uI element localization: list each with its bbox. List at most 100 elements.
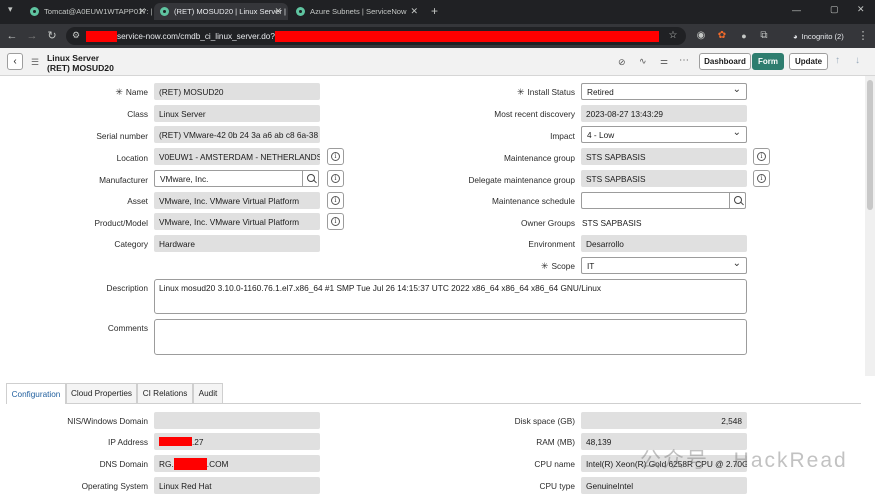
location-info-button[interactable]: i	[327, 148, 344, 165]
maintenance-schedule-input[interactable]	[581, 192, 730, 209]
reload-icon[interactable]: ↻	[45, 29, 59, 43]
asset-field[interactable]: VMware, Inc. VMware Virtual Platform	[154, 192, 320, 209]
minimize-icon[interactable]: —	[792, 5, 801, 15]
manufacturer-input[interactable]: VMware, Inc.	[154, 170, 303, 187]
delegate-maintenance-group-field[interactable]: STS SAPBASIS	[581, 170, 747, 187]
address-bar[interactable]: ⚙ service-now.com/cmdb_ci_linux_server.d…	[66, 27, 686, 45]
update-button[interactable]: Update	[789, 53, 828, 70]
cpu-name-label: CPU name	[534, 459, 575, 469]
back-button[interactable]: ‹	[7, 53, 23, 70]
incognito-indicator[interactable]: ◕ Incognito (2)	[787, 28, 850, 44]
form-button[interactable]: Form	[752, 53, 784, 70]
extension-icon-2[interactable]: ✿	[715, 29, 729, 43]
tab-ci-relations[interactable]: CI Relations	[137, 383, 193, 403]
name-label: ✳ Name	[115, 87, 148, 97]
close-window-icon[interactable]: ✕	[857, 4, 865, 15]
dashboard-button[interactable]: Dashboard	[699, 53, 751, 70]
tab-audit[interactable]: Audit	[193, 383, 223, 403]
next-record-icon[interactable]: ↓	[855, 55, 860, 66]
close-tab-icon[interactable]: ✕	[138, 6, 146, 17]
bookmark-star-icon[interactable]: ☆	[666, 29, 680, 43]
back-icon[interactable]: ←	[5, 29, 19, 43]
extension-icon-3[interactable]: ●	[737, 29, 751, 43]
browser-chrome: Tomcat@A0EUW1WTAPP017: | ✕ (RET) MOSUD20…	[0, 0, 875, 48]
tab-azure-subnets[interactable]: Azure Subnets | ServiceNow ✕	[290, 3, 424, 20]
dns-domain-prefix: RG.	[159, 458, 174, 469]
cpu-type-field[interactable]: GenuineIntel	[581, 477, 747, 494]
watermark: 公众号 · HackRead	[640, 449, 848, 472]
manufacturer-lookup-search-icon[interactable]	[302, 170, 319, 187]
asset-info-button[interactable]: i	[327, 192, 344, 209]
incognito-label: Incognito (2)	[801, 31, 844, 41]
most-recent-discovery-field[interactable]: 2023-08-27 13:43:29	[581, 105, 747, 122]
previous-record-icon[interactable]: ↑	[835, 55, 840, 66]
disk-space-field[interactable]: 2,548	[581, 412, 747, 429]
browser-toolbar: ← → ↻ ⚙ service-now.com/cmdb_ci_linux_se…	[0, 24, 875, 48]
scope-select[interactable]: IT	[581, 257, 747, 274]
serial-number-field[interactable]: (RET) VMware-42 0b 24 3a a6 ab c8 6a-38 …	[154, 126, 320, 143]
maximize-icon[interactable]: ▢	[830, 4, 839, 15]
context-menu-icon[interactable]: ☰	[31, 57, 39, 68]
name-field[interactable]: (RET) MOSUD20	[154, 83, 320, 100]
product-model-info-button[interactable]: i	[327, 213, 344, 230]
category-field[interactable]: Hardware	[154, 235, 320, 252]
puzzle-extensions-icon[interactable]: ⧉	[757, 29, 771, 43]
maintenance-group-label: Maintenance group	[503, 153, 575, 163]
cpu-type-label: CPU type	[539, 481, 575, 491]
info-icon: i	[757, 174, 766, 183]
comments-textarea[interactable]	[154, 319, 747, 355]
page-scrollbar[interactable]	[865, 76, 875, 376]
url-text: service-now.com/cmdb_ci_linux_server.do?	[117, 31, 275, 41]
operating-system-label: Operating System	[81, 481, 148, 491]
location-field[interactable]: V0EUW1 - AMSTERDAM - NETHERLANDS	[154, 148, 320, 165]
product-model-field[interactable]: VMware, Inc. VMware Virtual Platform	[154, 213, 320, 230]
activity-icon[interactable]: ∿	[639, 56, 647, 67]
maintenance-schedule-lookup-search-icon[interactable]	[729, 192, 746, 209]
servicenow-favicon-icon	[160, 7, 169, 16]
install-status-select[interactable]: Retired	[581, 83, 747, 100]
owner-groups-label: Owner Groups	[521, 218, 575, 228]
forward-icon[interactable]: →	[25, 29, 39, 43]
manufacturer-label: Manufacturer	[99, 175, 148, 185]
attachment-icon[interactable]: ⊘	[618, 57, 626, 68]
tab-cloud-properties[interactable]: Cloud Properties	[66, 383, 137, 403]
operating-system-field[interactable]: Linux Red Hat	[154, 477, 320, 494]
tab-label: Azure Subnets | ServiceNow	[310, 7, 407, 16]
tab-tomcat[interactable]: Tomcat@A0EUW1WTAPP017: | ✕	[24, 3, 152, 20]
delegate-maintenance-group-info-button[interactable]: i	[753, 170, 770, 187]
class-field[interactable]: Linux Server	[154, 105, 320, 122]
maintenance-group-field[interactable]: STS SAPBASIS	[581, 148, 747, 165]
tab-search-icon[interactable]: ▾	[8, 4, 13, 15]
maintenance-group-info-button[interactable]: i	[753, 148, 770, 165]
close-tab-icon[interactable]: ✕	[410, 6, 418, 17]
serial-number-label: Serial number	[96, 131, 148, 141]
nis-domain-field[interactable]	[154, 412, 320, 429]
incognito-icon: ◕	[793, 31, 798, 41]
ip-address-field[interactable]: .27	[154, 433, 320, 450]
manufacturer-info-button[interactable]: i	[327, 170, 344, 187]
extension-icon[interactable]: ◉	[694, 29, 708, 43]
site-info-icon[interactable]: ⚙	[72, 30, 80, 41]
close-tab-icon[interactable]: ✕	[274, 6, 282, 17]
impact-select[interactable]: 4 - Low	[581, 126, 747, 143]
dns-domain-field[interactable]: RG. .COM	[154, 455, 320, 472]
chrome-menu-icon[interactable]: ⋮	[856, 29, 870, 43]
scrollbar-thumb[interactable]	[867, 80, 873, 210]
tab-linux-server[interactable]: (RET) MOSUD20 | Linux Server | ✕	[154, 3, 288, 20]
tab-configuration[interactable]: Configuration	[6, 383, 66, 404]
info-icon: i	[757, 152, 766, 161]
description-textarea[interactable]: Linux mosud20 3.10.0-1160.76.1.el7.x86_6…	[154, 279, 747, 314]
environment-label: Environment	[528, 239, 575, 249]
environment-field[interactable]: Desarrollo	[581, 235, 747, 252]
new-tab-icon[interactable]: +	[431, 4, 438, 18]
mandatory-asterisk-icon: ✳	[115, 87, 123, 97]
asset-label: Asset	[127, 196, 148, 206]
dns-domain-suffix: .COM	[206, 458, 229, 469]
disk-space-label: Disk space (GB)	[514, 416, 575, 426]
form-header: ‹ ☰ Linux Server (RET) MOSUD20 ⊘ ∿ ⚌ ⋯ D…	[0, 48, 875, 76]
redacted-url-query	[274, 30, 659, 42]
personalize-icon[interactable]: ⚌	[660, 56, 668, 67]
record-title: Linux Server (RET) MOSUD20	[47, 53, 114, 73]
more-options-icon[interactable]: ⋯	[679, 55, 689, 66]
mandatory-asterisk-icon: ✳	[540, 261, 549, 271]
